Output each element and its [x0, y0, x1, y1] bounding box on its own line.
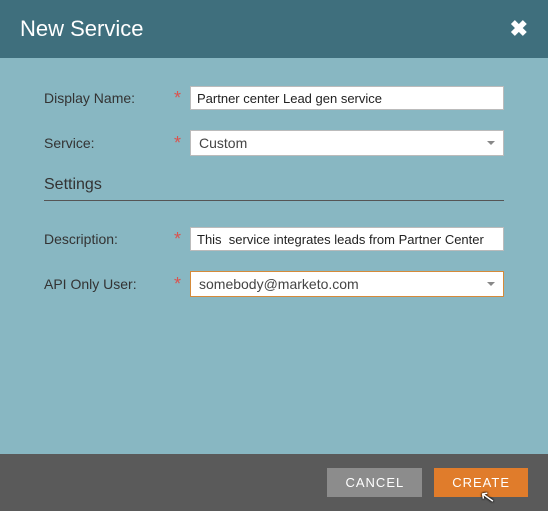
dialog-body: Display Name: * Service: * Custom Settin…: [0, 58, 548, 454]
chevron-down-icon: [487, 282, 495, 286]
required-indicator: *: [174, 134, 188, 152]
row-service: Service: * Custom: [44, 130, 504, 156]
cancel-button[interactable]: CANCEL: [327, 468, 422, 497]
new-service-dialog: New Service ✖ Display Name: * Service: *…: [0, 0, 548, 511]
service-select-value: Custom: [199, 135, 247, 151]
label-description: Description:: [44, 231, 174, 247]
required-indicator: *: [174, 230, 188, 248]
description-input[interactable]: [190, 227, 504, 251]
section-settings-title: Settings: [44, 176, 504, 194]
label-api-user: API Only User:: [44, 276, 174, 292]
required-indicator: *: [174, 89, 188, 107]
close-icon[interactable]: ✖: [510, 18, 528, 40]
row-display-name: Display Name: *: [44, 86, 504, 110]
dialog-title: New Service: [20, 16, 143, 42]
row-description: Description: *: [44, 227, 504, 251]
display-name-input[interactable]: [190, 86, 504, 110]
row-api-user: API Only User: * somebody@marketo.com: [44, 271, 504, 297]
section-divider: [44, 200, 504, 201]
chevron-down-icon: [487, 141, 495, 145]
required-indicator: *: [174, 275, 188, 293]
api-user-select[interactable]: somebody@marketo.com: [190, 271, 504, 297]
api-user-select-value: somebody@marketo.com: [199, 276, 359, 292]
service-select[interactable]: Custom: [190, 130, 504, 156]
dialog-titlebar: New Service ✖: [0, 0, 548, 58]
label-display-name: Display Name:: [44, 90, 174, 106]
create-button[interactable]: CREATE: [434, 468, 528, 497]
dialog-footer: CANCEL CREATE: [0, 454, 548, 511]
label-service: Service:: [44, 135, 174, 151]
